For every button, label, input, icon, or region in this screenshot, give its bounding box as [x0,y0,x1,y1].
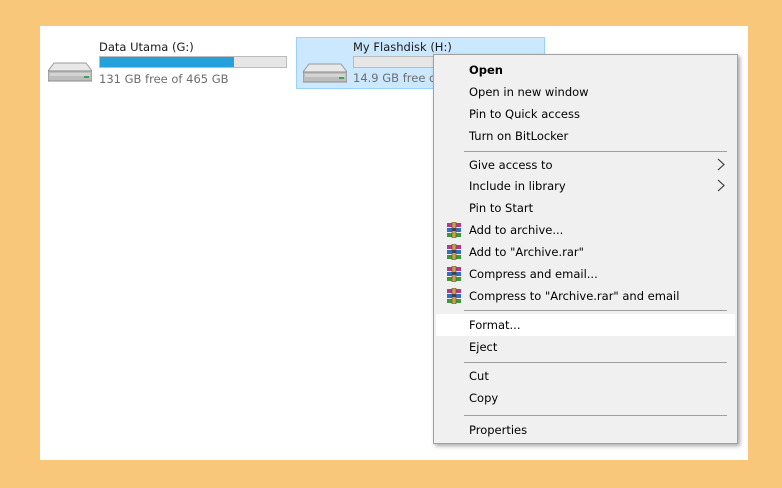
menu-item-give-access[interactable]: Give access to [436,154,735,176]
winrar-icon [447,266,461,282]
menu-item-label: Open [469,63,503,77]
menu-item-add-to-archive[interactable]: Add to archive... [436,219,735,241]
menu-item-compress-rar-email[interactable]: Compress to "Archive.rar" and email [436,285,735,307]
context-menu: Open Open in new window Pin to Quick acc… [433,54,738,444]
menu-item-include-library[interactable]: Include in library [436,175,735,197]
menu-item-cut[interactable]: Cut [436,365,735,387]
menu-separator [464,151,727,152]
menu-item-add-to-archive-rar[interactable]: Add to "Archive.rar" [436,241,735,263]
menu-item-open-new-window[interactable]: Open in new window [436,81,735,103]
menu-item-label: Include in library [469,179,566,193]
menu-item-label: Properties [469,423,528,437]
menu-item-eject[interactable]: Eject [436,336,735,358]
menu-item-label: Compress and email... [469,267,598,281]
menu-item-properties[interactable]: Properties [436,419,735,441]
drive-name: My Flashdisk (H:) [353,40,452,54]
menu-item-format[interactable]: Format... [436,314,735,336]
hard-drive-icon [303,63,347,83]
menu-item-label: Add to archive... [469,223,564,237]
menu-item-label: Compress to "Archive.rar" and email [469,289,680,303]
menu-item-label: Turn on BitLocker [469,129,569,143]
menu-item-pin-start[interactable]: Pin to Start [436,197,735,219]
hard-drive-icon [48,62,92,82]
menu-separator [464,415,727,416]
drive-name: Data Utama (G:) [99,40,194,54]
menu-item-copy[interactable]: Copy [436,387,735,409]
chevron-right-icon [717,179,725,192]
drive-tile-g[interactable]: Data Utama (G:) 131 GB free of 465 GB [46,37,290,89]
menu-item-label: Give access to [469,158,553,172]
menu-item-open[interactable]: Open [436,59,735,81]
menu-item-label: Format... [469,318,521,332]
drive-free-space: 131 GB free of 465 GB [99,72,229,86]
chevron-right-icon [717,158,725,171]
menu-separator [464,362,727,363]
menu-item-compress-email[interactable]: Compress and email... [436,263,735,285]
winrar-icon [447,288,461,304]
drive-usage-bar [99,56,287,68]
winrar-icon [447,222,461,238]
menu-item-label: Pin to Quick access [469,107,580,121]
menu-item-label: Pin to Start [469,201,534,215]
menu-item-bitlocker[interactable]: Turn on BitLocker [436,125,735,147]
menu-separator [464,310,727,311]
winrar-icon [447,244,461,260]
menu-item-label: Open in new window [469,85,589,99]
menu-item-pin-quick-access[interactable]: Pin to Quick access [436,103,735,125]
drive-usage-fill [100,57,234,67]
menu-item-label: Eject [469,340,498,354]
menu-item-label: Copy [469,391,499,405]
menu-item-label: Cut [469,369,489,383]
drive-free-space: 14.9 GB free of [353,71,441,85]
menu-item-label: Add to "Archive.rar" [469,245,584,259]
